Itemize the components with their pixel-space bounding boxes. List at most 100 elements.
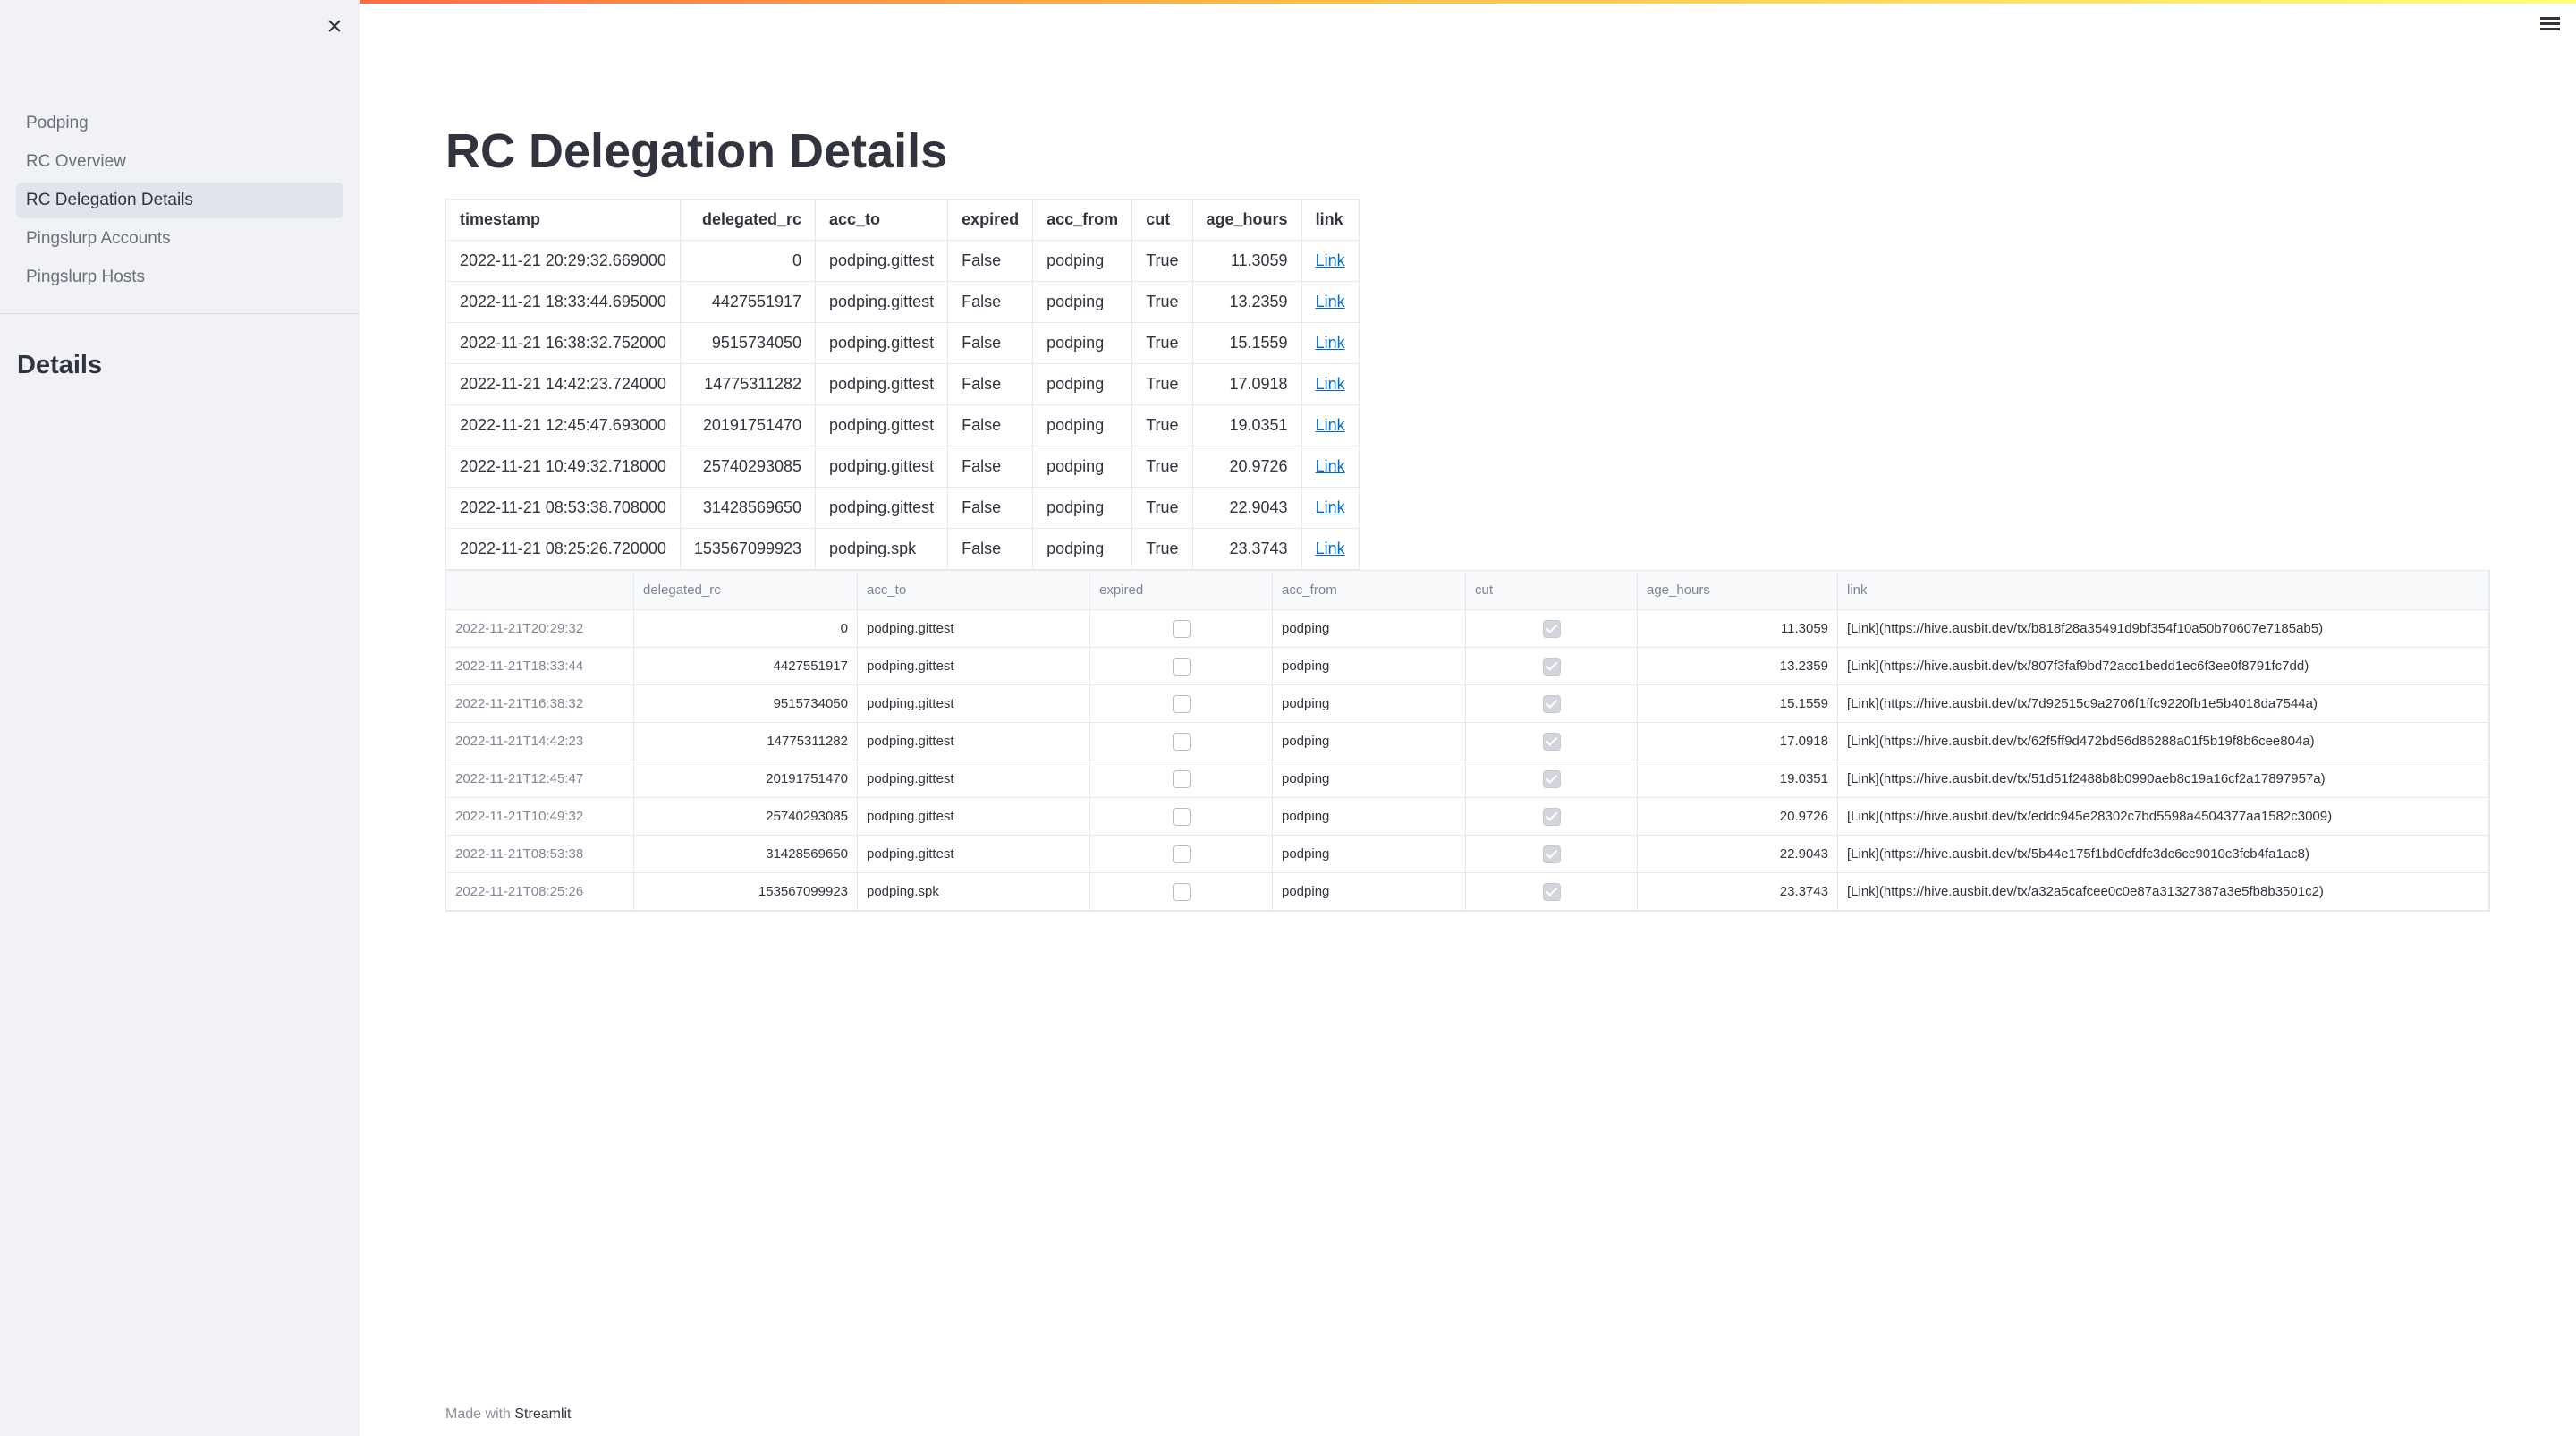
- expired-checkbox[interactable]: [1172, 769, 1191, 788]
- close-icon[interactable]: ×: [322, 13, 347, 40]
- expired-checkbox[interactable]: [1172, 807, 1191, 826]
- dataframe-cell-acc_from[interactable]: podping: [1273, 723, 1466, 760]
- dataframe-col-header-index[interactable]: [446, 571, 634, 609]
- dataframe-cell-cut[interactable]: [1466, 873, 1638, 910]
- sidebar-item-pingslurp-accounts[interactable]: Pingslurp Accounts: [16, 221, 343, 257]
- cut-checkbox[interactable]: [1542, 807, 1561, 826]
- dataframe-row[interactable]: 2022-11-21T10:49:32 25740293085 podping.gi…: [446, 798, 2489, 836]
- dataframe-cell-acc_to[interactable]: podping.gittest: [858, 648, 1090, 684]
- expired-checkbox[interactable]: [1172, 619, 1191, 638]
- dataframe-col-header-cut[interactable]: cut: [1466, 571, 1638, 609]
- tx-link[interactable]: Link: [1316, 375, 1345, 393]
- dataframe-cell-expired[interactable]: [1090, 873, 1273, 910]
- dataframe-cell-acc_to[interactable]: podping.spk: [858, 873, 1090, 910]
- dataframe-cell-delegated_rc[interactable]: 153567099923: [634, 873, 858, 910]
- cut-checkbox[interactable]: [1542, 657, 1561, 676]
- dataframe-cell-delegated_rc[interactable]: 9515734050: [634, 685, 858, 722]
- dataframe-row[interactable]: 2022-11-21T20:29:32 0 podping.gittest podpi…: [446, 610, 2489, 648]
- cut-checkbox[interactable]: [1542, 882, 1561, 901]
- sidebar-item-rc-delegation-details[interactable]: RC Delegation Details: [16, 183, 343, 218]
- dataframe-cell-acc_from[interactable]: podping: [1273, 648, 1466, 684]
- dataframe-cell-cut[interactable]: [1466, 760, 1638, 797]
- dataframe-cell-index[interactable]: 2022-11-21T20:29:32: [446, 610, 634, 647]
- dataframe-col-header-link[interactable]: link: [1838, 571, 2489, 609]
- tx-link[interactable]: Link: [1316, 251, 1345, 269]
- dataframe-cell-age_hours[interactable]: 22.9043: [1638, 836, 1838, 872]
- dataframe-row[interactable]: 2022-11-21T08:25:26 153567099923 podping.s…: [446, 873, 2489, 911]
- footer-brand-link[interactable]: Streamlit: [514, 1406, 571, 1422]
- dataframe-cell-age_hours[interactable]: 19.0351: [1638, 760, 1838, 797]
- sidebar-item-pingslurp-hosts[interactable]: Pingslurp Hosts: [16, 259, 343, 295]
- hamburger-menu-icon[interactable]: [2538, 14, 2562, 38]
- dataframe-cell-delegated_rc[interactable]: 0: [634, 610, 858, 647]
- dataframe-cell-age_hours[interactable]: 13.2359: [1638, 648, 1838, 684]
- dataframe-cell-cut[interactable]: [1466, 723, 1638, 760]
- dataframe-cell-link[interactable]: [Link](https://hive.ausbit.dev/tx/62f5ff…: [1838, 723, 2489, 760]
- dataframe-cell-expired[interactable]: [1090, 723, 1273, 760]
- dataframe-cell-expired[interactable]: [1090, 836, 1273, 872]
- dataframe-cell-link[interactable]: [Link](https://hive.ausbit.dev/tx/7d9251…: [1838, 685, 2489, 722]
- dataframe-cell-delegated_rc[interactable]: 14775311282: [634, 723, 858, 760]
- dataframe-cell-age_hours[interactable]: 11.3059: [1638, 610, 1838, 647]
- dataframe-cell-link[interactable]: [Link](https://hive.ausbit.dev/tx/a32a5c…: [1838, 873, 2489, 910]
- dataframe-cell-acc_from[interactable]: podping: [1273, 760, 1466, 797]
- dataframe-cell-cut[interactable]: [1466, 685, 1638, 722]
- dataframe-col-header-acc_from[interactable]: acc_from: [1273, 571, 1466, 609]
- dataframe-cell-link[interactable]: [Link](https://hive.ausbit.dev/tx/eddc94…: [1838, 798, 2489, 835]
- dataframe-cell-index[interactable]: 2022-11-21T18:33:44: [446, 648, 634, 684]
- expired-checkbox[interactable]: [1172, 732, 1191, 751]
- dataframe-row[interactable]: 2022-11-21T08:53:38 31428569650 podping.gi…: [446, 836, 2489, 873]
- dataframe-cell-delegated_rc[interactable]: 25740293085: [634, 798, 858, 835]
- dataframe-cell-expired[interactable]: [1090, 685, 1273, 722]
- dataframe-col-header-age_hours[interactable]: age_hours: [1638, 571, 1838, 609]
- expired-checkbox[interactable]: [1172, 694, 1191, 713]
- dataframe-cell-expired[interactable]: [1090, 648, 1273, 684]
- dataframe-cell-link[interactable]: [Link](https://hive.ausbit.dev/tx/807f3f…: [1838, 648, 2489, 684]
- dataframe-cell-link[interactable]: [Link](https://hive.ausbit.dev/tx/b818f2…: [1838, 610, 2489, 647]
- dataframe-cell-link[interactable]: [Link](https://hive.ausbit.dev/tx/5b44e1…: [1838, 836, 2489, 872]
- dataframe-row[interactable]: 2022-11-21T14:42:23 14775311282 podping.gi…: [446, 723, 2489, 760]
- dataframe-cell-expired[interactable]: [1090, 610, 1273, 647]
- dataframe-cell-index[interactable]: 2022-11-21T08:53:38: [446, 836, 634, 872]
- dataframe-cell-expired[interactable]: [1090, 760, 1273, 797]
- dataframe-cell-cut[interactable]: [1466, 836, 1638, 872]
- cut-checkbox[interactable]: [1542, 769, 1561, 788]
- cut-checkbox[interactable]: [1542, 619, 1561, 638]
- cut-checkbox[interactable]: [1542, 694, 1561, 713]
- dataframe-cell-index[interactable]: 2022-11-21T10:49:32: [446, 798, 634, 835]
- dataframe-cell-acc_from[interactable]: podping: [1273, 873, 1466, 910]
- dataframe-cell-acc_from[interactable]: podping: [1273, 836, 1466, 872]
- dataframe-grid[interactable]: delegated_rc acc_to expired acc_from cut age_…: [445, 570, 2490, 912]
- dataframe-cell-age_hours[interactable]: 15.1559: [1638, 685, 1838, 722]
- expired-checkbox[interactable]: [1172, 882, 1191, 901]
- cut-checkbox[interactable]: [1542, 845, 1561, 863]
- dataframe-cell-cut[interactable]: [1466, 648, 1638, 684]
- dataframe-cell-index[interactable]: 2022-11-21T08:25:26: [446, 873, 634, 910]
- cut-checkbox[interactable]: [1542, 732, 1561, 751]
- dataframe-cell-acc_to[interactable]: podping.gittest: [858, 610, 1090, 647]
- dataframe-col-header-acc_to[interactable]: acc_to: [858, 571, 1090, 609]
- dataframe-cell-acc_from[interactable]: podping: [1273, 610, 1466, 647]
- dataframe-row[interactable]: 2022-11-21T16:38:32 9515734050 podping.git…: [446, 685, 2489, 723]
- dataframe-cell-delegated_rc[interactable]: 20191751470: [634, 760, 858, 797]
- dataframe-cell-age_hours[interactable]: 23.3743: [1638, 873, 1838, 910]
- tx-link[interactable]: Link: [1316, 540, 1345, 557]
- dataframe-cell-cut[interactable]: [1466, 798, 1638, 835]
- tx-link[interactable]: Link: [1316, 293, 1345, 310]
- dataframe-row[interactable]: 2022-11-21T18:33:44 4427551917 podping.git…: [446, 648, 2489, 685]
- tx-link[interactable]: Link: [1316, 416, 1345, 434]
- expired-checkbox[interactable]: [1172, 845, 1191, 863]
- dataframe-cell-acc_from[interactable]: podping: [1273, 685, 1466, 722]
- dataframe-cell-cut[interactable]: [1466, 610, 1638, 647]
- tx-link[interactable]: Link: [1316, 498, 1345, 516]
- dataframe-cell-link[interactable]: [Link](https://hive.ausbit.dev/tx/51d51f…: [1838, 760, 2489, 797]
- dataframe-cell-index[interactable]: 2022-11-21T12:45:47: [446, 760, 634, 797]
- dataframe-row[interactable]: 2022-11-21T12:45:47 20191751470 podping.gi…: [446, 760, 2489, 798]
- dataframe-cell-delegated_rc[interactable]: 31428569650: [634, 836, 858, 872]
- dataframe-cell-acc_to[interactable]: podping.gittest: [858, 836, 1090, 872]
- tx-link[interactable]: Link: [1316, 334, 1345, 352]
- tx-link[interactable]: Link: [1316, 457, 1345, 475]
- dataframe-cell-age_hours[interactable]: 20.9726: [1638, 798, 1838, 835]
- sidebar-item-rc-overview[interactable]: RC Overview: [16, 144, 343, 180]
- dataframe-col-header-delegated_rc[interactable]: delegated_rc: [634, 571, 858, 609]
